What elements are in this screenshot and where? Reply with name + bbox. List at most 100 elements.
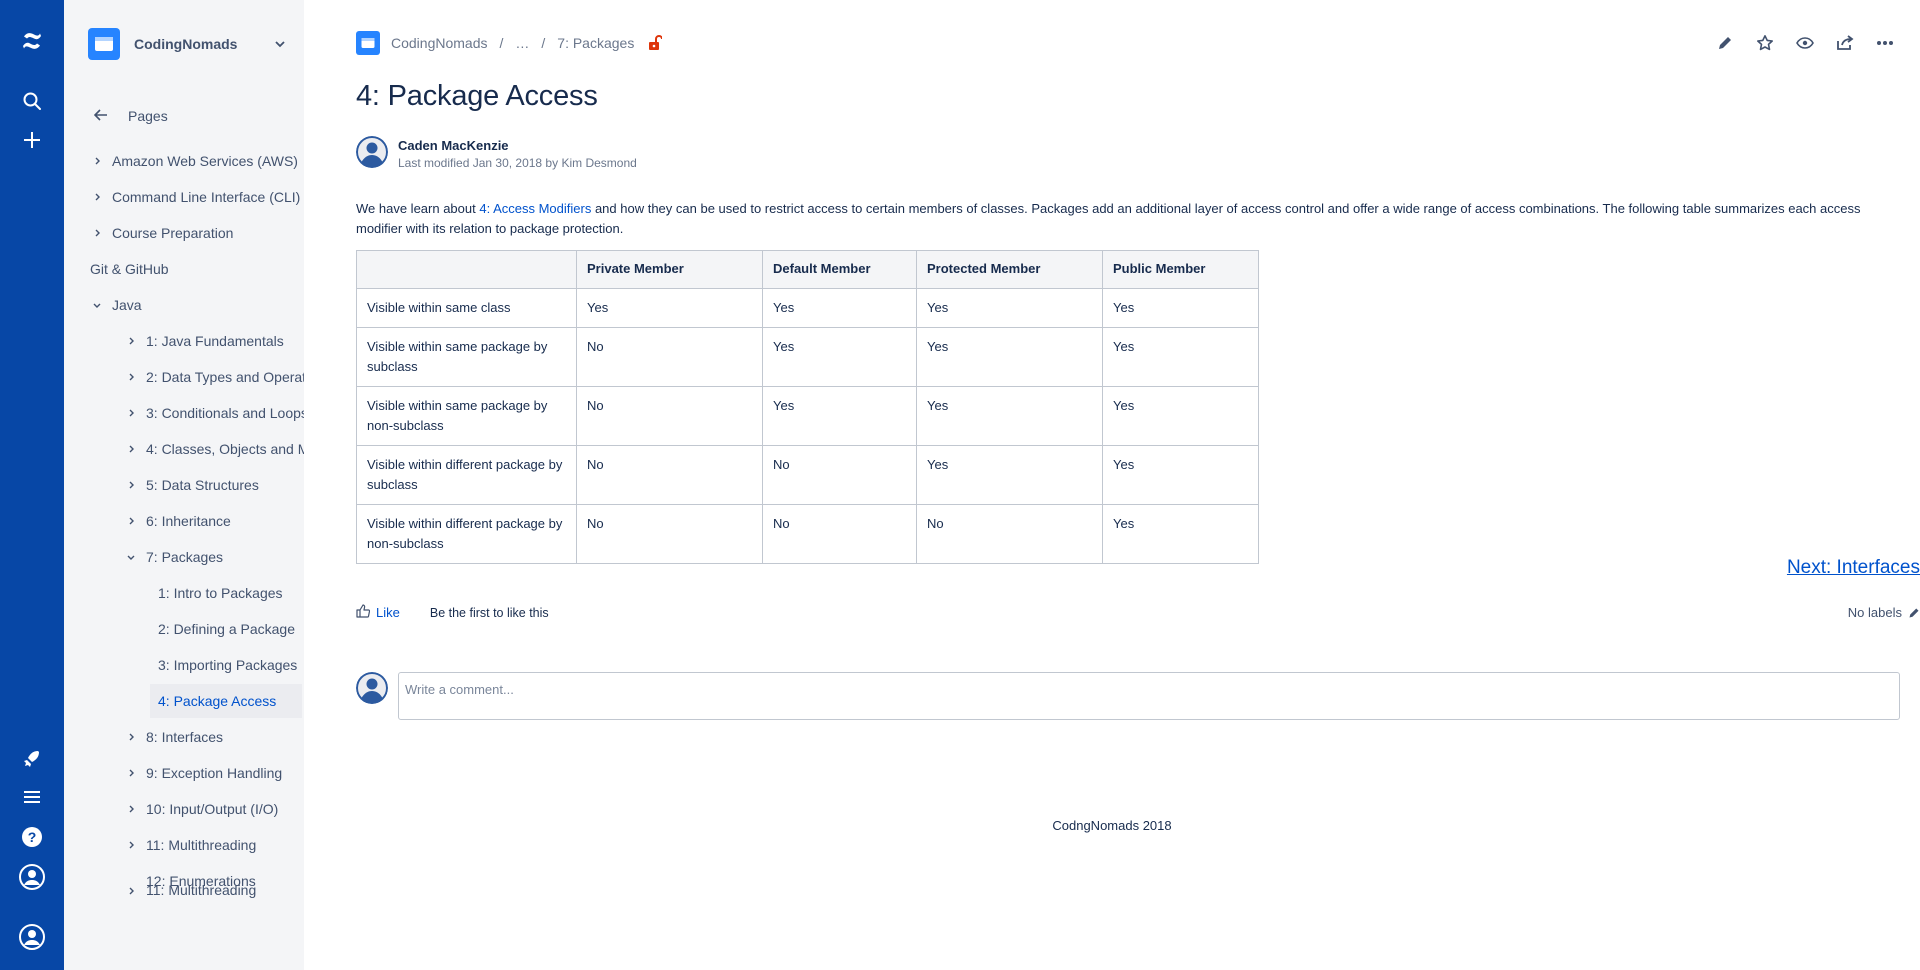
sidebar-item-label: Git & GitHub [90,261,169,277]
table-cell: Yes [1102,386,1259,446]
row-label-cell: Visible within same package by subclass [356,327,577,387]
author-name[interactable]: Caden MacKenzie [398,138,637,153]
star-icon[interactable] [1754,32,1776,54]
table-cell: Yes [916,327,1103,387]
row-label-cell: Visible within different package by subc… [356,445,577,505]
unlocked-icon[interactable] [648,35,663,51]
table-cell: Yes [762,327,917,387]
sidebar-item[interactable]: 3: Conditionals and Loops [124,396,304,430]
sidebar-item[interactable]: 6: Inheritance [124,504,304,538]
column-header [356,250,577,289]
more-options-icon[interactable] [1874,32,1896,54]
author-avatar[interactable] [356,136,388,168]
sidebar-item[interactable]: 11: Multithreading [124,884,304,898]
last-modified[interactable]: Last modified Jan 30, 2018 by Kim Desmon… [398,156,637,170]
confluence-logo-icon[interactable] [19,28,45,54]
sidebar-item[interactable]: 2: Defining a Package [158,612,304,646]
comment-input[interactable]: Write a comment... [398,672,1900,720]
no-labels-text: No labels [1847,605,1902,620]
chevron-right-icon[interactable] [124,730,138,744]
chevron-down-icon[interactable] [272,36,288,52]
table-row: Visible within same class Yes Yes Yes Yes [356,288,1259,328]
sidebar-item[interactable]: 12: Enumerations [124,960,304,970]
sidebar-item-label: 2: Defining a Package [158,621,295,637]
chevron-right-icon[interactable] [90,190,104,204]
sidebar-item[interactable]: 1: Intro to Packages [158,576,304,610]
sidebar-item[interactable]: 7: Packages [124,540,304,574]
chevron-right-icon[interactable] [124,884,138,898]
sidebar-item[interactable]: 1: Java Fundamentals [124,324,304,358]
breadcrumb: CodingNomads / … / 7: Packages [356,31,663,55]
help-icon[interactable]: ? [19,824,45,850]
chevron-right-icon[interactable] [124,334,138,348]
breadcrumb-separator: / [499,35,504,51]
sidebar-item-label: 2: Data Types and Operators [146,369,304,385]
like-button[interactable]: Like [356,604,400,621]
access-table: Private Member Default Member Protected … [356,250,1259,564]
sidebar-item[interactable]: 4: Classes, Objects and Methods [124,432,304,466]
table-cell: Yes [916,386,1103,446]
chevron-right-icon[interactable] [124,442,138,456]
sidebar-item[interactable]: Course Preparation [90,216,304,250]
table-cell: No [916,504,1103,564]
breadcrumb-space[interactable]: CodingNomads [391,35,488,51]
table-row: Visible within different package by non-… [356,504,1259,564]
edit-labels-icon[interactable] [1908,607,1920,619]
sidebar-item-label: 4: Classes, Objects and Methods [146,441,304,457]
sidebar-item[interactable]: 8: Interfaces [124,720,304,754]
chevron-right-icon[interactable] [124,406,138,420]
space-switcher[interactable]: CodingNomads [88,28,288,60]
account-icon[interactable] [19,924,45,950]
chevron-right-icon[interactable] [124,514,138,528]
sidebar-item[interactable]: Java [90,288,304,322]
sidebar-item[interactable]: 9: Exception Handling [124,756,304,790]
sidebar-item-label: 5: Data Structures [146,477,259,493]
edit-icon[interactable] [1714,32,1736,54]
sidebar-item[interactable]: Command Line Interface (CLI) [90,180,304,214]
global-nav-rail: ? [0,0,64,970]
page-actions [1714,32,1896,54]
sidebar-item[interactable]: Amazon Web Services (AWS) [90,144,304,178]
search-icon[interactable] [19,88,45,114]
menu-icon[interactable] [19,784,45,810]
access-modifiers-link[interactable]: 4: Access Modifiers [479,201,591,216]
chevron-right-icon[interactable] [124,838,138,852]
sidebar-item[interactable]: 10: Input/Output (I/O) [124,792,304,826]
pages-back-link[interactable]: Pages [93,106,168,126]
chevron-right-icon[interactable] [124,370,138,384]
comment-row: Write a comment... [356,672,1900,720]
profile-icon[interactable] [19,864,45,890]
sidebar-item[interactable]: 4: Package Access [150,684,302,718]
chevron-right-icon[interactable] [124,802,138,816]
sidebar-item-label: Course Preparation [112,225,234,241]
next-page-link[interactable]: Next: Interfaces [1787,557,1920,579]
space-name: CodingNomads [134,36,238,52]
sidebar-item-label: 6: Inheritance [146,513,231,529]
breadcrumb-ellipsis[interactable]: … [515,35,529,51]
sidebar-item[interactable]: 5: Data Structures [124,468,304,502]
sidebar-item[interactable]: Git & GitHub [90,252,304,286]
row-label-cell: Visible within same package by non-subcl… [356,386,577,446]
chevron-down-icon[interactable] [124,550,138,564]
space-logo-icon [88,28,120,60]
chevron-right-icon[interactable] [90,154,104,168]
sidebar-item-label: Java [112,297,142,313]
chevron-right-icon[interactable] [124,478,138,492]
watch-icon[interactable] [1794,32,1816,54]
chevron-down-icon[interactable] [90,298,104,312]
sidebar-item-label: 4: Package Access [158,693,277,709]
sidebar-item[interactable]: 11: Multithreading [124,828,304,862]
breadcrumb-parent[interactable]: 7: Packages [557,35,634,51]
share-icon[interactable] [1834,32,1856,54]
thumbs-up-icon [356,604,371,621]
table-cell: Yes [762,386,917,446]
sidebar-item[interactable]: 3: Importing Packages [158,648,304,682]
create-icon[interactable] [19,127,45,153]
chevron-right-icon[interactable] [124,766,138,780]
chevron-right-icon[interactable] [90,226,104,240]
rocket-icon[interactable] [19,745,45,771]
column-header: Default Member [762,250,917,289]
table-cell: No [576,504,763,564]
sidebar-item[interactable]: 2: Data Types and Operators [124,360,304,394]
arrow-left-icon [93,108,108,124]
